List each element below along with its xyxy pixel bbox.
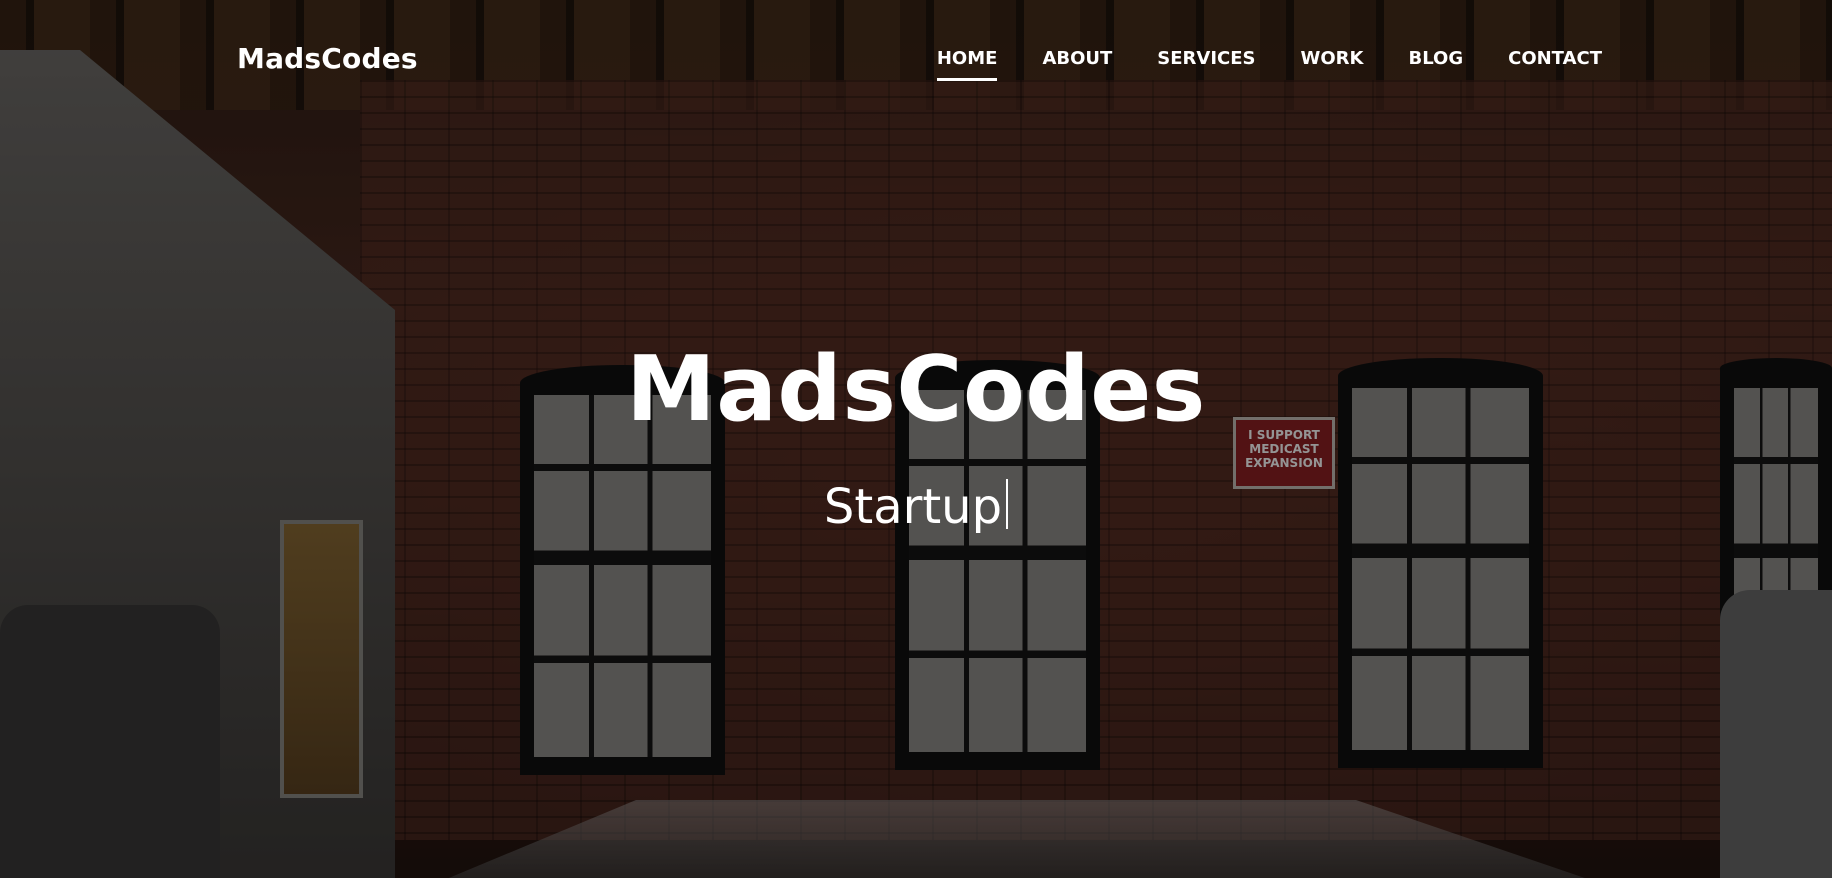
- nav-link-home[interactable]: HOME: [936, 48, 997, 81]
- nav-item-services: SERVICES: [1157, 48, 1255, 81]
- nav-menu: HOME ABOUT SERVICES WORK BLOG CONTACT: [936, 48, 1602, 81]
- hero-section: I SUPPORT MEDICAST EXPANSION MadsCodes H…: [0, 0, 1832, 878]
- nav-item-about: ABOUT: [1042, 48, 1112, 81]
- nav-item-blog: BLOG: [1408, 48, 1463, 81]
- nav-item-contact: CONTACT: [1508, 48, 1602, 81]
- nav-link-services[interactable]: SERVICES: [1157, 48, 1255, 81]
- nav-link-contact[interactable]: CONTACT: [1508, 48, 1602, 81]
- brand-logo[interactable]: MadsCodes: [237, 42, 418, 75]
- hero-title: MadsCodes: [626, 337, 1206, 442]
- hero-typed-text: Startup: [823, 479, 1003, 535]
- typing-cursor: [1006, 479, 1009, 529]
- nav-link-about[interactable]: ABOUT: [1042, 48, 1112, 81]
- hero-content: MadsCodes Startup: [0, 337, 1832, 532]
- nav-link-blog[interactable]: BLOG: [1408, 48, 1463, 81]
- nav-link-work[interactable]: WORK: [1301, 48, 1364, 81]
- top-navbar: MadsCodes HOME ABOUT SERVICES WORK BLOG …: [0, 0, 1832, 120]
- hero-subtitle: Startup: [824, 479, 1009, 531]
- nav-item-work: WORK: [1301, 48, 1364, 81]
- nav-item-home: HOME: [936, 48, 997, 81]
